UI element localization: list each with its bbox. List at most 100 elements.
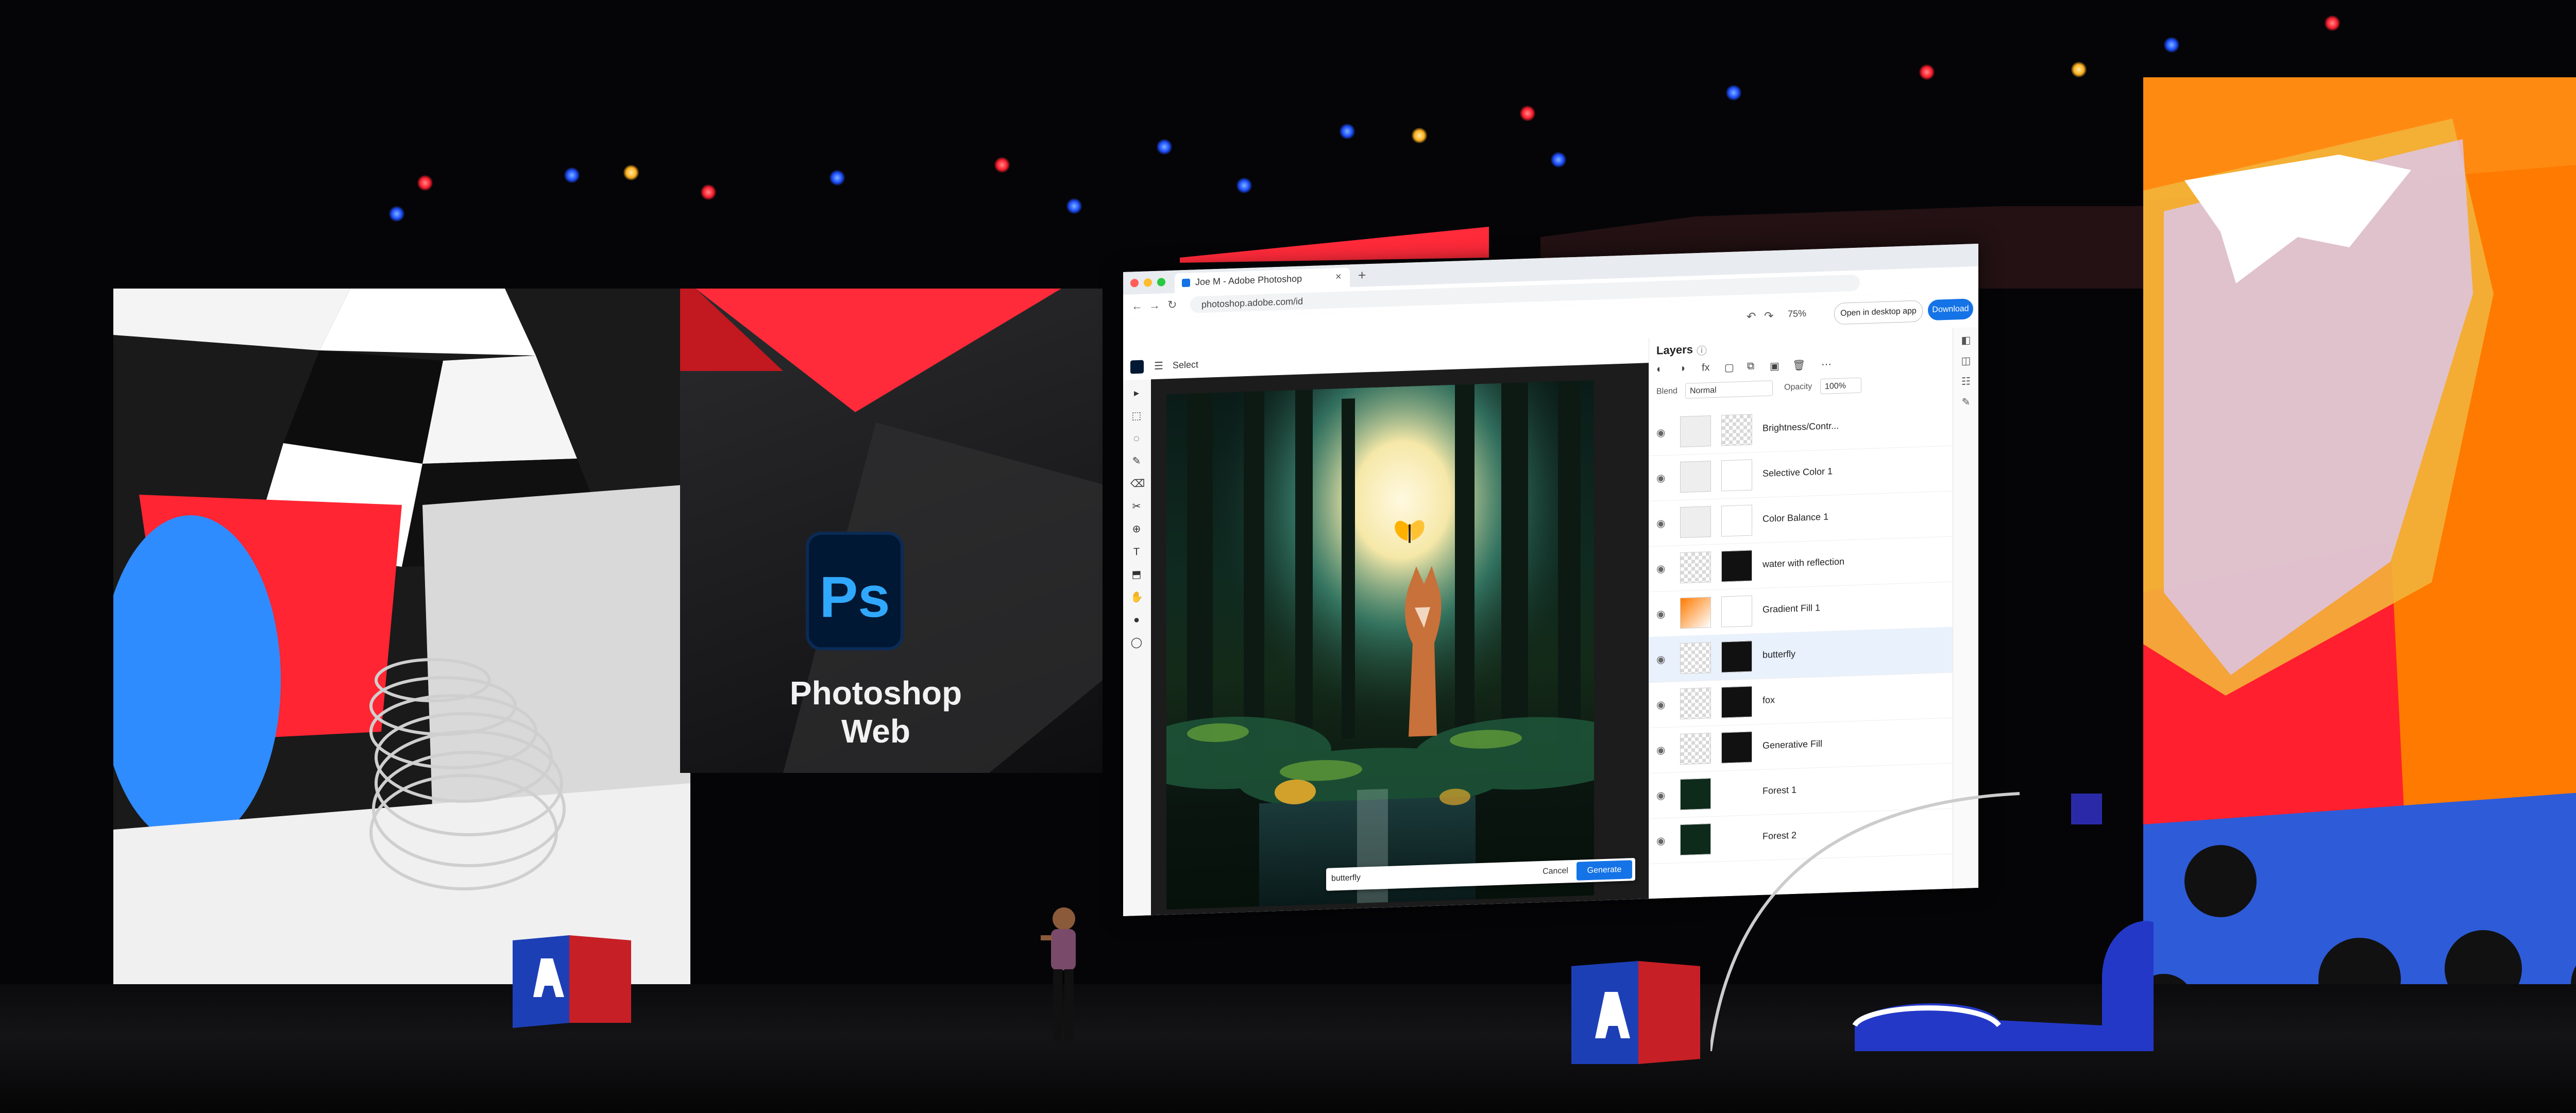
close-window-button[interactable]: [1130, 279, 1139, 288]
logo-text: Ps: [819, 565, 890, 629]
undo-button[interactable]: ↶: [1747, 310, 1756, 324]
generative-prompt-input[interactable]: butterfly: [1331, 865, 1532, 887]
eye-icon[interactable]: ◉: [1656, 653, 1665, 666]
photoshop-favicon-icon: [1182, 278, 1190, 288]
comments-rail-icon[interactable]: ☷: [1959, 375, 1973, 389]
stage-light: [2164, 37, 2179, 53]
hand-tool-icon[interactable]: ✋: [1130, 591, 1143, 604]
layer-name: Selective Color 1: [1762, 466, 1833, 479]
stage-floor: [0, 984, 2576, 1113]
maximize-window-button[interactable]: [1157, 278, 1165, 286]
select-dropdown[interactable]: Select: [1173, 359, 1198, 371]
more-icon[interactable]: ⋯: [1821, 358, 1832, 371]
eye-icon[interactable]: ◉: [1656, 608, 1665, 621]
canvas-area[interactable]: butterfly Cancel Generate: [1151, 363, 1649, 916]
type-tool-icon[interactable]: T: [1130, 546, 1143, 559]
generate-button[interactable]: Generate: [1577, 860, 1632, 881]
properties-rail-icon[interactable]: ◫: [1959, 354, 1973, 368]
stage-light: [2071, 62, 2087, 77]
left-art-panel: [113, 289, 690, 984]
stage-light: [701, 184, 716, 200]
adobe-cube-right: [1571, 961, 1700, 1064]
info-icon[interactable]: ⓘ: [1697, 342, 1707, 358]
mask-thumb: [1721, 504, 1752, 537]
panel-title: Photoshop Web: [789, 674, 962, 750]
home-icon[interactable]: [1130, 360, 1144, 374]
new-tab-button[interactable]: +: [1358, 267, 1366, 283]
stage-light: [564, 167, 580, 183]
abstract-art: [113, 289, 690, 984]
mask-icon[interactable]: ◑: [1679, 363, 1685, 375]
layer-name: butterfly: [1762, 648, 1796, 660]
mask-thumb: [1721, 731, 1752, 764]
layer-thumb: [1680, 778, 1711, 811]
eye-icon[interactable]: ◉: [1656, 426, 1665, 440]
stage-light: [1157, 139, 1172, 155]
redo-button[interactable]: ↷: [1764, 309, 1773, 323]
eye-icon[interactable]: ◉: [1656, 789, 1665, 802]
stage-light: [1340, 124, 1355, 139]
brush-tool-icon[interactable]: ✎: [1130, 455, 1143, 468]
stage-light: [1236, 178, 1252, 193]
crop-tool-icon[interactable]: ✂: [1130, 500, 1143, 513]
tab-close-icon[interactable]: ×: [1335, 271, 1342, 283]
layer-name: Color Balance 1: [1762, 511, 1829, 524]
stage-light: [994, 157, 1010, 173]
duplicate-layer-icon[interactable]: ⧉: [1747, 360, 1754, 372]
mask-thumb: [1721, 414, 1752, 446]
adjustment-thumb: [1680, 415, 1711, 448]
gradient-tool-icon[interactable]: ⬒: [1130, 568, 1143, 581]
layers-rail-icon[interactable]: ◧: [1959, 333, 1973, 347]
mask-thumb: [1721, 640, 1752, 673]
spot-heal-tool-icon[interactable]: ⊕: [1130, 523, 1143, 536]
layer-name: water with reflection: [1762, 556, 1845, 569]
photoshop-logo: Ps: [806, 532, 904, 650]
edit-rail-icon[interactable]: ✎: [1959, 395, 1973, 409]
eye-icon[interactable]: ◉: [1656, 471, 1665, 485]
canvas-artwork[interactable]: [1166, 380, 1594, 910]
adjustment-thumb: [1680, 506, 1711, 538]
forward-button[interactable]: →: [1149, 299, 1160, 313]
new-group-icon[interactable]: ▢: [1724, 361, 1734, 375]
minimize-window-button[interactable]: [1144, 278, 1152, 287]
effects-icon[interactable]: fx: [1702, 362, 1710, 374]
eye-icon[interactable]: ◉: [1656, 834, 1665, 848]
blend-mode-select[interactable]: Normal: [1685, 380, 1773, 399]
lasso-tool-icon[interactable]: ◌: [1130, 432, 1143, 445]
new-layer-icon[interactable]: ▣: [1770, 360, 1780, 373]
adobe-cube-left: [513, 935, 631, 1028]
back-button[interactable]: ←: [1131, 299, 1143, 313]
foreground-color-icon[interactable]: ●: [1130, 614, 1143, 627]
layer-thumb: [1680, 733, 1711, 765]
eye-icon[interactable]: ◉: [1656, 744, 1665, 757]
reload-button[interactable]: ↻: [1167, 298, 1177, 312]
stage-light: [417, 175, 433, 191]
cancel-button[interactable]: Cancel: [1537, 863, 1573, 880]
stage-light: [1726, 85, 1741, 100]
presenter-figure: [1041, 907, 1076, 1041]
adjustment-layer-icon[interactable]: ◐: [1656, 363, 1663, 375]
eraser-tool-icon[interactable]: ⌫: [1130, 478, 1145, 491]
background-color-icon[interactable]: ◯: [1130, 636, 1143, 649]
eye-icon[interactable]: ◉: [1656, 562, 1665, 576]
stage-light: [1919, 64, 1935, 80]
eye-icon[interactable]: ◉: [1656, 517, 1665, 530]
abstract-3d-art: [2143, 77, 2576, 1046]
menu-icon[interactable]: ☰: [1154, 359, 1163, 373]
blue-chair-prop: [1710, 792, 2154, 1051]
marquee-tool-icon[interactable]: ⬚: [1130, 410, 1143, 423]
stage-light: [1551, 152, 1566, 167]
mask-thumb: [1721, 550, 1752, 582]
open-in-desktop-button[interactable]: Open in desktop app: [1834, 300, 1923, 325]
layer-name: fox: [1762, 695, 1775, 705]
eye-icon[interactable]: ◉: [1656, 698, 1665, 712]
zoom-level[interactable]: 75%: [1788, 308, 1806, 319]
layer-name: Gradient Fill 1: [1762, 602, 1821, 615]
forest-fox-image: [1166, 380, 1594, 910]
delete-layer-icon[interactable]: 🗑: [1792, 359, 1805, 372]
adjustment-thumb: [1680, 461, 1711, 493]
move-tool-icon[interactable]: ▸: [1130, 387, 1143, 400]
download-button[interactable]: Download: [1928, 298, 1973, 321]
layer-thumb: [1680, 687, 1711, 720]
opacity-input[interactable]: 100%: [1820, 377, 1861, 395]
